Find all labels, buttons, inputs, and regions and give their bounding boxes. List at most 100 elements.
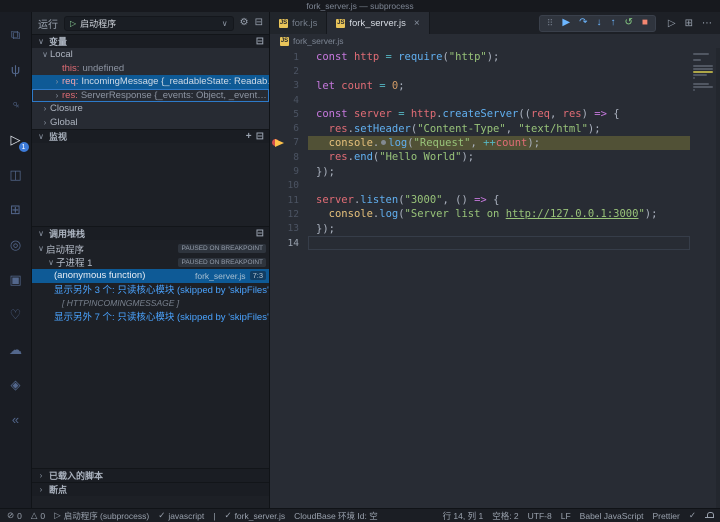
var-res[interactable]: ›res:ServerResponse {_events: Object, _e… [32, 89, 269, 103]
frame-http-incoming[interactable]: [ HTTPINCOMINGMESSAGE ] [32, 296, 269, 310]
gear-icon[interactable]: ⚙ [240, 18, 249, 28]
status-warnings[interactable]: △0 [31, 511, 45, 521]
status-notifications[interactable] [705, 512, 713, 520]
close-tab-icon[interactable]: × [414, 18, 420, 29]
gutter-line-13[interactable]: 13 [270, 222, 308, 236]
session-subprocess[interactable]: ∨子进程 1PAUSED ON BREAKPOINT [32, 256, 269, 270]
debug-console-icon[interactable]: ⊟ [255, 18, 263, 28]
gutter-line-11[interactable]: 11 [270, 193, 308, 207]
activity-more-tools[interactable]: « [0, 402, 32, 437]
inline-breakpoint-icon[interactable] [381, 140, 386, 145]
gutter-line-14[interactable]: 14 [270, 236, 308, 250]
continue-button[interactable]: ▶ [562, 18, 570, 28]
frame-anonymous[interactable]: (anonymous function)fork_server.js7:3 [32, 269, 269, 283]
scope-closure[interactable]: ›Closure [32, 102, 269, 116]
status-encoding[interactable]: UTF-8 [528, 511, 552, 521]
step-out-button[interactable]: ↑ [610, 18, 615, 28]
var-req[interactable]: ›req:IncomingMessage {_readableState: Re… [32, 75, 269, 89]
gutter[interactable]: 1234567891011121314 [270, 50, 308, 508]
stop-button[interactable]: ■ [642, 18, 648, 28]
scope-local[interactable]: ∨Local [32, 48, 269, 62]
run-file-button[interactable]: ▷ [668, 18, 676, 29]
activity-run-and-debug[interactable]: ▷1 [0, 122, 32, 157]
code-line-10[interactable] [308, 179, 690, 193]
gutter-line-10[interactable]: 10 [270, 179, 308, 193]
editor-scrollbar[interactable] [716, 48, 720, 508]
code-lines[interactable]: const http = require("http"); let count =… [308, 50, 690, 508]
start-debug-icon[interactable]: ▷ [70, 19, 76, 28]
skipped-frames-3[interactable]: 显示另外 3 个: 只读核心模块 (skipped by 'skipFiles'… [32, 283, 269, 297]
activity-search[interactable]: ♀ [0, 87, 32, 122]
gutter-line-2[interactable]: 2 [270, 64, 308, 78]
var-this[interactable]: this:undefined [32, 62, 269, 76]
activity-testing[interactable]: ◎ [0, 227, 32, 262]
code-line-1[interactable]: const http = require("http"); [308, 50, 690, 64]
status-active-file[interactable]: ✓fork_server.js [224, 511, 285, 521]
toolbar-grip-icon[interactable]: ⠿ [547, 18, 554, 29]
gutter-line-1[interactable]: 1 [270, 50, 308, 64]
step-into-button[interactable]: ↓ [596, 18, 601, 28]
variables-section-header[interactable]: ∨ 变量 ⊟ [32, 34, 269, 48]
gutter-line-7[interactable]: 7 [270, 136, 308, 150]
code-line-4[interactable] [308, 93, 690, 107]
launch-config-select[interactable]: ▷ 启动程序 ∨ [64, 16, 234, 31]
watch-section-header[interactable]: ∨ 监视 + ⊟ [32, 129, 269, 143]
activity-containers[interactable]: ▣ [0, 262, 32, 297]
status-errors[interactable]: ⊘0 [7, 511, 22, 521]
code-line-12[interactable]: console.log("Server list on http://127.0… [308, 207, 690, 221]
callstack-section-header[interactable]: ∨ 调用堆栈 ⊟ [32, 226, 269, 240]
panel-icon[interactable]: ⊟ [256, 229, 264, 239]
skipped-frames-7[interactable]: 显示另外 7 个: 只读核心模块 (skipped by 'skipFiles'… [32, 310, 269, 324]
split-editor-button[interactable]: ⊞ [685, 18, 693, 29]
breadcrumb-file[interactable]: fork_server.js [293, 36, 344, 46]
status-eol[interactable]: LF [561, 511, 571, 521]
status-language-mode[interactable]: Babel JavaScript [580, 511, 644, 521]
code-line-9[interactable]: }); [308, 164, 690, 178]
gutter-line-3[interactable]: 3 [270, 79, 308, 93]
code-line-5[interactable]: const server = http.createServer((req, r… [308, 107, 690, 121]
code-line-2[interactable] [308, 64, 690, 78]
activity-source-control[interactable]: ψ [0, 52, 32, 87]
gutter-line-9[interactable]: 9 [270, 164, 308, 178]
activity-remote-explorer[interactable]: ◫ [0, 157, 32, 192]
activity-extensions[interactable]: ⊞ [0, 192, 32, 227]
panel-icon[interactable]: ⊟ [256, 37, 264, 47]
gutter-line-6[interactable]: 6 [270, 121, 308, 135]
panel-icon[interactable]: ⊟ [256, 132, 264, 142]
gutter-line-12[interactable]: 12 [270, 207, 308, 221]
step-over-button[interactable]: ↷ [579, 18, 587, 28]
code-line-14[interactable] [308, 236, 690, 250]
active-file-icon: ✓ [224, 511, 231, 520]
status-cloudbase-env[interactable]: CloudBase 环境 Id: 空 [294, 510, 378, 522]
status-formatter[interactable]: Prettier [652, 511, 679, 521]
activity-deploy[interactable]: ◈ [0, 367, 32, 402]
tab-fork[interactable]: JSfork.js [270, 12, 327, 34]
activity-cloud[interactable]: ☁ [0, 332, 32, 367]
status-indentation[interactable]: 空格: 2 [492, 510, 518, 522]
gutter-line-4[interactable]: 4 [270, 93, 308, 107]
code-line-7[interactable]: console.log("Request", ++count); [308, 136, 690, 150]
activity-collaboration[interactable]: ♡ [0, 297, 32, 332]
status-language-status[interactable]: ✓javascript [158, 511, 204, 521]
gutter-line-8[interactable]: 8 [270, 150, 308, 164]
status-format-status[interactable]: ✓ [689, 511, 696, 520]
minimap[interactable] [693, 53, 713, 94]
breadcrumb[interactable]: JS fork_server.js [270, 34, 720, 48]
add-watch-icon[interactable]: + [246, 132, 252, 142]
code-line-11[interactable]: server.listen("3000", () => { [308, 193, 690, 207]
activity-explorer[interactable]: ⧉ [0, 17, 32, 52]
session-launch[interactable]: ∨启动程序PAUSED ON BREAKPOINT [32, 242, 269, 256]
scope-global[interactable]: ›Global [32, 116, 269, 130]
loaded-scripts-header[interactable]: › 已载入的脚本 [32, 468, 269, 482]
breakpoints-header[interactable]: › 断点 [32, 482, 269, 496]
code-line-6[interactable]: res.setHeader("Content-Type", "text/html… [308, 121, 690, 135]
status-debug-session[interactable]: ▷启动程序 (subprocess) [54, 510, 149, 522]
gutter-line-5[interactable]: 5 [270, 107, 308, 121]
more-actions-button[interactable]: ⋯ [702, 18, 712, 29]
code-line-3[interactable]: let count = 0; [308, 79, 690, 93]
tab-fork-server[interactable]: JSfork_server.js× [327, 12, 429, 34]
status-cursor-position[interactable]: 行 14, 列 1 [443, 510, 484, 522]
code-line-8[interactable]: res.end("Hello World"); [308, 150, 690, 164]
code-line-13[interactable]: }); [308, 222, 690, 236]
restart-button[interactable]: ↺ [624, 18, 632, 28]
